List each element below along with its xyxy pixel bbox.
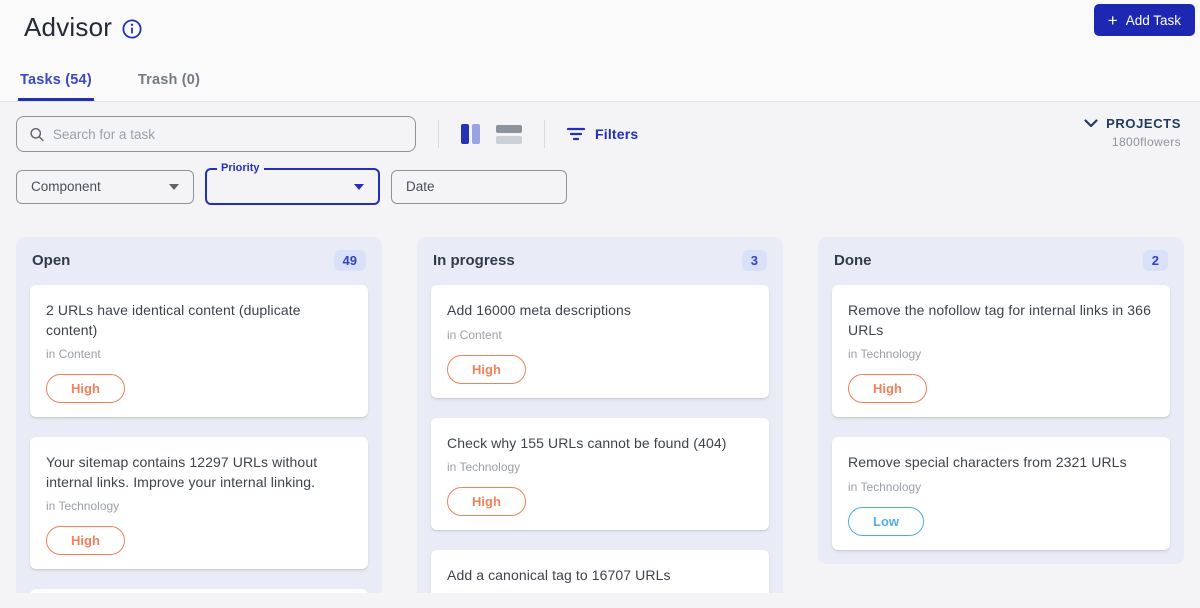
- caret-down-icon: [169, 183, 179, 190]
- task-card[interactable]: Add 16000 meta descriptions in Content H…: [431, 285, 769, 398]
- column-count-badge: 2: [1142, 250, 1168, 271]
- column-header: In progress 3: [417, 237, 783, 285]
- column-cards: Add 16000 meta descriptions in Content H…: [417, 285, 783, 593]
- project-name: 1800flowers: [1111, 135, 1181, 149]
- search-input[interactable]: [52, 126, 403, 142]
- column-title: In progress: [433, 252, 515, 269]
- task-title: Add a canonical tag to 16707 URLs: [447, 567, 671, 584]
- chevron-down-icon: [1084, 119, 1098, 128]
- info-icon[interactable]: [122, 19, 142, 39]
- filters-button[interactable]: Filters: [567, 126, 638, 142]
- task-card[interactable]: Remove the nofollow tag for internal lin…: [832, 285, 1170, 418]
- column-header: Open 49: [16, 237, 382, 285]
- tab-tasks[interactable]: Tasks (54): [18, 64, 94, 101]
- priority-badge[interactable]: High: [46, 374, 125, 404]
- task-title: Remove special characters from 2321 URLs: [848, 454, 1127, 471]
- task-component: in Content: [447, 327, 502, 342]
- column-cards: Remove the nofollow tag for internal lin…: [818, 285, 1184, 564]
- priority-badge[interactable]: High: [447, 487, 526, 517]
- kanban-view-icon[interactable]: [461, 124, 480, 144]
- priority-select-label: Priority: [217, 162, 264, 176]
- add-task-button[interactable]: + Add Task: [1093, 4, 1195, 36]
- page-title: Advisor: [24, 12, 113, 42]
- task-component: in Technology: [848, 479, 922, 494]
- task-card[interactable]: 2 URLs have identical content (duplicate…: [30, 285, 368, 418]
- filters-row: Component Priority Date: [0, 160, 1200, 217]
- search-icon: [30, 127, 44, 141]
- date-select-label: Date: [406, 179, 435, 194]
- kanban-column-in-progress: In progress 3 Add 16000 meta description…: [417, 237, 783, 593]
- toolbar: Filters PROJECTS 1800flowers: [0, 102, 1200, 160]
- task-card[interactable]: Check why 155 URLs cannot be found (404)…: [431, 417, 769, 531]
- caret-down-icon: [354, 183, 364, 190]
- task-card[interactable]: Your sitemap contains 12297 URLs without…: [30, 437, 368, 570]
- app-header: Advisor + Add Task: [0, 0, 1200, 64]
- plus-icon: +: [1107, 10, 1118, 30]
- tab-trash[interactable]: Trash (0): [136, 64, 202, 101]
- priority-select[interactable]: Priority: [205, 162, 380, 205]
- task-title: Your sitemap contains 12297 URLs without…: [46, 454, 318, 490]
- column-count-badge: 3: [741, 250, 767, 271]
- add-task-label: Add Task: [1125, 12, 1181, 28]
- title-row: Advisor: [24, 12, 1176, 43]
- kanban-board: Open 49 2 URLs have identical content (d…: [0, 217, 1200, 593]
- task-component: in Technology: [447, 460, 521, 475]
- kanban-column-done: Done 2 Remove the nofollow tag for inter…: [818, 237, 1184, 564]
- divider: [544, 120, 545, 148]
- task-card[interactable]: Remove special characters from 2321 URLs…: [832, 437, 1170, 550]
- view-toggles: [461, 124, 522, 144]
- task-title: Check why 155 URLs cannot be found (404): [447, 434, 727, 451]
- task-component: in Content: [46, 347, 101, 362]
- tabs-row: Tasks (54) Trash (0): [0, 64, 1200, 102]
- list-view-icon[interactable]: [496, 124, 522, 144]
- filter-icon: [567, 127, 585, 141]
- task-component: in Technology: [46, 499, 120, 514]
- priority-badge[interactable]: Low: [848, 506, 924, 536]
- task-title: Remove the nofollow tag for internal lin…: [848, 302, 1151, 338]
- column-cards: 2 URLs have identical content (duplicate…: [16, 285, 382, 593]
- component-select[interactable]: Component: [16, 169, 194, 204]
- priority-badge[interactable]: High: [46, 526, 125, 556]
- task-card[interactable]: Add a canonical tag to 16707 URLs in Tec…: [431, 550, 769, 593]
- task-title: 2 URLs have identical content (duplicate…: [46, 302, 301, 338]
- priority-badge[interactable]: High: [848, 374, 927, 404]
- divider: [438, 120, 439, 148]
- date-select[interactable]: Date: [391, 169, 567, 204]
- column-header: Done 2: [818, 237, 1184, 285]
- projects-widget: PROJECTS 1800flowers: [1084, 116, 1181, 149]
- task-card[interactable]: Increase readability of 18949 URLs in Co…: [30, 589, 368, 593]
- column-title: Done: [834, 252, 872, 269]
- task-title: Add 16000 meta descriptions: [447, 302, 632, 318]
- column-title: Open: [32, 252, 71, 269]
- filters-label: Filters: [595, 126, 639, 142]
- kanban-column-open: Open 49 2 URLs have identical content (d…: [16, 237, 382, 593]
- projects-label: PROJECTS: [1106, 116, 1181, 131]
- component-select-label: Component: [31, 179, 101, 194]
- priority-badge[interactable]: High: [447, 354, 526, 384]
- projects-dropdown[interactable]: PROJECTS: [1084, 116, 1181, 131]
- task-component: in Technology: [848, 347, 922, 362]
- column-count-badge: 49: [333, 250, 366, 271]
- search-box[interactable]: [16, 116, 416, 152]
